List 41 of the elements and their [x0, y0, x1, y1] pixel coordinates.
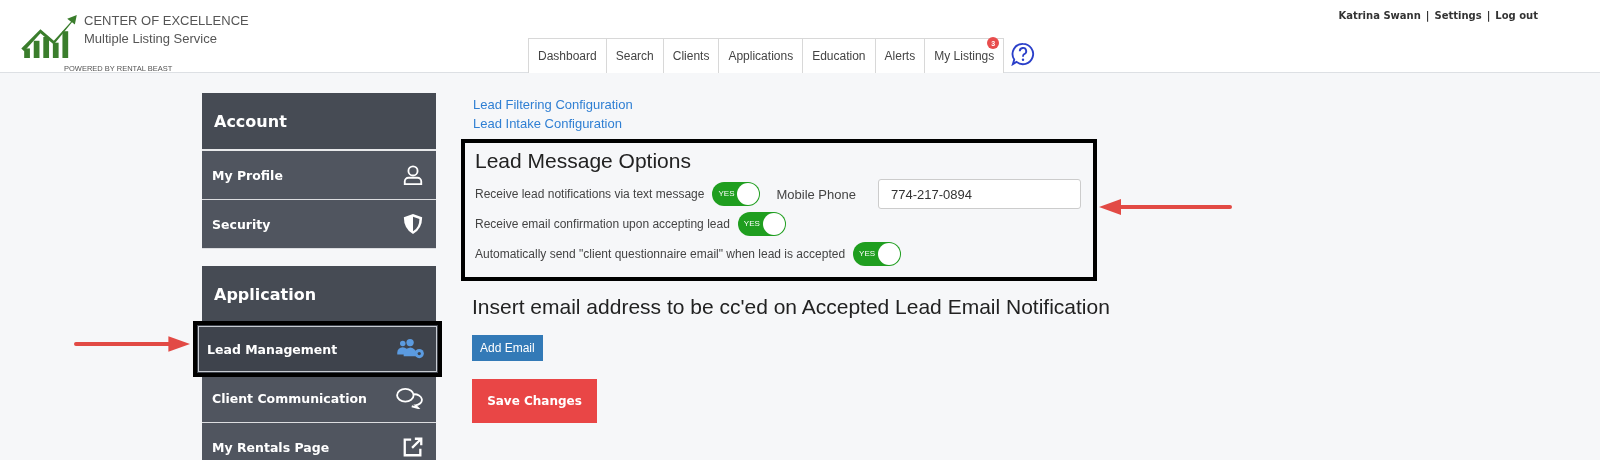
configuration-link[interactable]: Lead Filtering Configuration	[473, 95, 633, 114]
nav-tab[interactable]: Education	[802, 38, 876, 73]
shield-icon	[402, 213, 424, 235]
brand-subtitle: Multiple Listing Service	[84, 30, 218, 48]
toggle-switch[interactable]: YES	[853, 242, 902, 266]
separator: |	[1425, 10, 1430, 21]
option-label: Receive email confirmation upon accepting lead	[475, 217, 730, 231]
section-title: Lead Message Options	[475, 149, 692, 173]
nav-tab[interactable]: Alerts	[874, 38, 926, 73]
nav-tab[interactable]: Clients	[662, 38, 720, 73]
configuration-link[interactable]: Lead Intake Configuration	[473, 114, 622, 133]
cc-heading: Insert email address to be cc'ed on Accepted Lead Email Notification	[472, 295, 1110, 319]
option-label: Automatically send "client questionnaire email" when lead is accepted	[475, 247, 846, 261]
chart-logo-icon	[20, 14, 80, 58]
toggle-switch[interactable]: YES	[712, 182, 761, 206]
user-link[interactable]: Log out	[1495, 10, 1538, 21]
sidebar-item[interactable]: Security	[202, 200, 436, 248]
sidebar-item[interactable]: Client Communication	[202, 374, 436, 422]
user-icon	[402, 164, 424, 186]
sidebar-section-header: Account	[202, 93, 436, 151]
brand-title: CENTER OF EXCELLENCE	[84, 12, 249, 30]
option-label: Receive lead notifications via text message	[475, 187, 705, 201]
sidebar-item[interactable]: My Profile	[202, 151, 436, 199]
external-link-icon	[402, 436, 424, 458]
sidebar-section-header: Application	[202, 266, 436, 324]
nav-tab[interactable]: Dashboard	[528, 38, 607, 73]
chat-icon	[394, 387, 424, 409]
nav-tab[interactable]: Search	[605, 38, 664, 73]
user-link[interactable]: Settings	[1434, 10, 1482, 21]
help-icon[interactable]	[1011, 42, 1036, 66]
separator: |	[1486, 10, 1491, 21]
save-changes-button[interactable]: Save Changes	[472, 379, 597, 423]
users-gear-icon	[396, 338, 426, 360]
sidebar-item[interactable]: My Rentals Page	[202, 423, 436, 460]
user-link[interactable]: Katrina Swann	[1338, 10, 1421, 21]
toggle-switch[interactable]: YES	[737, 212, 786, 236]
nav-tab[interactable]: Applications	[718, 38, 804, 73]
sidebar-item[interactable]: Lead Management	[197, 325, 438, 373]
add-email-button[interactable]: Add Email	[472, 335, 543, 361]
phone-field[interactable]: 774-217-0894	[877, 179, 1081, 209]
field-label: Mobile Phone	[776, 186, 856, 202]
